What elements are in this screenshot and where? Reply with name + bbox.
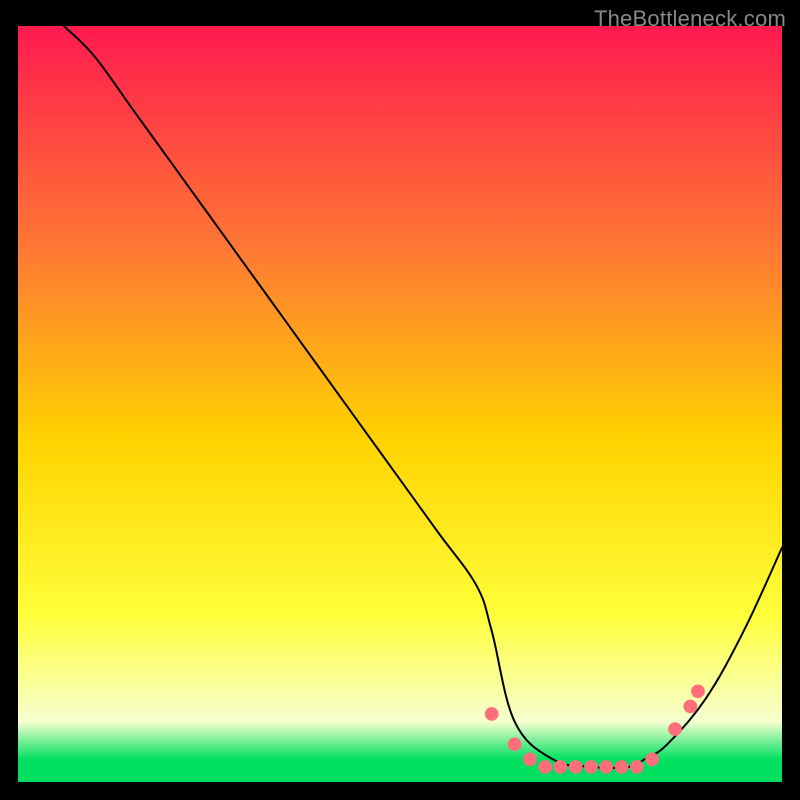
data-point <box>485 707 499 721</box>
chart-container: TheBottleneck.com <box>0 0 800 800</box>
data-point <box>668 722 682 736</box>
curve-layer <box>18 26 782 782</box>
data-point <box>615 760 629 774</box>
data-point <box>569 760 583 774</box>
data-point <box>683 700 697 714</box>
data-point <box>523 753 537 767</box>
data-point <box>691 684 705 698</box>
plot-area <box>18 26 782 782</box>
data-point <box>630 760 644 774</box>
bottleneck-curve <box>64 26 782 768</box>
data-point <box>538 760 552 774</box>
data-point <box>584 760 598 774</box>
data-point <box>645 753 659 767</box>
data-point <box>508 737 522 751</box>
data-point <box>554 760 568 774</box>
data-point <box>599 760 613 774</box>
